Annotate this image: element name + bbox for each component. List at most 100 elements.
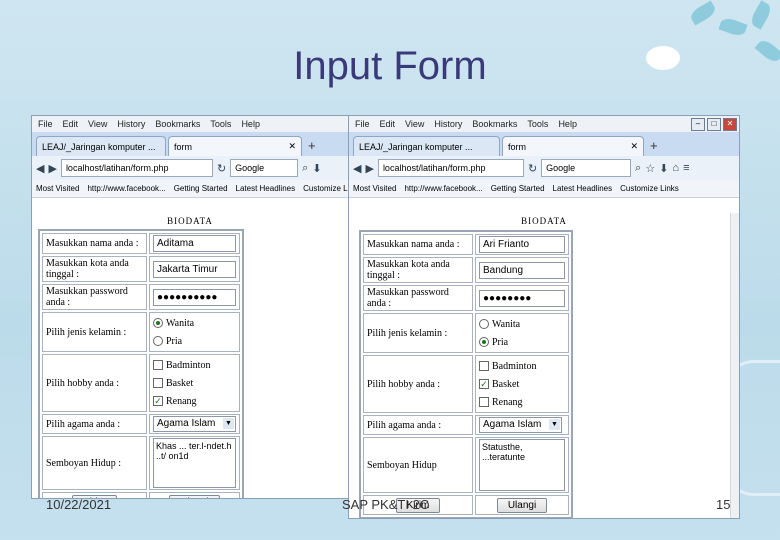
- bookmark-customize-links[interactable]: Customize Links: [303, 184, 348, 193]
- maximize-icon[interactable]: □: [707, 118, 721, 131]
- checkbox-renang[interactable]: ✓: [153, 396, 163, 406]
- motto-textarea[interactable]: Statusthe, ...teratunte: [479, 439, 565, 491]
- hobby-option-badminton[interactable]: Badminton: [479, 357, 565, 375]
- radio-pria[interactable]: [153, 336, 163, 346]
- city-field[interactable]: Jakarta Timur: [153, 260, 236, 278]
- bookmark-getting-started[interactable]: Getting Started: [174, 184, 228, 193]
- chevron-down-icon[interactable]: ▼: [223, 418, 234, 429]
- bookmark-getting-started[interactable]: Getting Started: [491, 184, 545, 193]
- forward-icon[interactable]: ▶: [365, 162, 373, 175]
- menu-icon[interactable]: ≡: [683, 162, 689, 174]
- download-icon[interactable]: ⬇: [312, 162, 321, 175]
- page-content: BIODATA Masukkan nama anda : Ari Frianto…: [349, 213, 739, 518]
- hobby-option-basket[interactable]: Basket: [153, 374, 236, 392]
- religion-label: Pilih agama anda :: [42, 414, 147, 434]
- checkbox-basket[interactable]: ✓: [479, 379, 489, 389]
- bookmark-most-visited[interactable]: Most Visited: [36, 184, 79, 193]
- window-controls: – □ ✕: [691, 118, 737, 131]
- religion-select[interactable]: Agama Islam ▼: [479, 417, 562, 433]
- bookmark-customize-links[interactable]: Customize Links: [620, 184, 679, 193]
- search-input[interactable]: Google: [230, 159, 299, 177]
- password-field[interactable]: ●●●●●●●●●●: [153, 288, 236, 306]
- bookmark-icon[interactable]: ☆: [645, 162, 655, 175]
- footer-course: SAP PK&TI 2C: [342, 497, 430, 512]
- leaf-decoration: [748, 0, 774, 30]
- gender-option-wanita[interactable]: Wanita: [479, 315, 565, 333]
- gender-option-pria[interactable]: Pria: [153, 332, 236, 350]
- password-field[interactable]: ●●●●●●●●: [479, 289, 565, 307]
- tab-jaringan[interactable]: LEAJ/_Jaringan komputer ...: [36, 136, 166, 156]
- radio-wanita[interactable]: [479, 319, 489, 329]
- radio-pria[interactable]: [479, 337, 489, 347]
- menu-edit[interactable]: Edit: [63, 119, 79, 129]
- bookmark-facebook[interactable]: http://www.facebook...: [404, 184, 482, 193]
- close-tab-icon[interactable]: ✕: [288, 141, 296, 152]
- new-tab-button[interactable]: +: [646, 136, 662, 156]
- hobby-option-renang[interactable]: Renang: [479, 393, 565, 411]
- menu-bookmarks[interactable]: Bookmarks: [472, 119, 517, 129]
- forward-icon[interactable]: ▶: [48, 162, 56, 175]
- bookmark-facebook[interactable]: http://www.facebook...: [87, 184, 165, 193]
- gender-option-pria[interactable]: Pria: [479, 333, 565, 351]
- radio-wanita[interactable]: [153, 318, 163, 328]
- search-input[interactable]: Google: [541, 159, 632, 177]
- menu-history[interactable]: History: [434, 119, 462, 129]
- gender-option-wanita[interactable]: Wanita: [153, 314, 236, 332]
- hobby-label: Pilih hobby anda :: [42, 354, 147, 412]
- religion-select[interactable]: Agama Islam ▼: [153, 416, 236, 432]
- hobby-option-basket[interactable]: ✓ Basket: [479, 375, 565, 393]
- home-icon[interactable]: ⌂: [672, 162, 679, 174]
- reload-icon[interactable]: ↻: [528, 162, 537, 175]
- url-field[interactable]: localhost/latihan/form.php: [377, 159, 524, 177]
- reset-button[interactable]: Ulangi: [496, 497, 548, 513]
- search-icon[interactable]: ⌕: [635, 162, 641, 175]
- menu-bookmarks[interactable]: Bookmarks: [155, 119, 200, 129]
- menu-tools[interactable]: Tools: [210, 119, 231, 129]
- city-label: Masukkan kota anda tinggal :: [363, 257, 473, 283]
- tab-form[interactable]: form ✕: [168, 136, 302, 156]
- biodata-form: Masukkan nama anda : Aditama Masukkan ko…: [38, 229, 244, 498]
- close-window-icon[interactable]: ✕: [723, 118, 737, 131]
- checkbox-badminton[interactable]: [479, 361, 489, 371]
- hobby-option-badminton[interactable]: Badminton: [153, 356, 236, 374]
- menu-view[interactable]: View: [405, 119, 424, 129]
- bookmark-latest-headlines[interactable]: Latest Headlines: [553, 184, 613, 193]
- bookmark-latest-headlines[interactable]: Latest Headlines: [236, 184, 296, 193]
- back-icon[interactable]: ◀: [353, 162, 361, 175]
- menu-edit[interactable]: Edit: [380, 119, 396, 129]
- menu-tools[interactable]: Tools: [527, 119, 548, 129]
- reset-button[interactable]: Ulangi: [169, 494, 220, 498]
- chevron-down-icon[interactable]: ▼: [549, 419, 560, 430]
- menu-help[interactable]: Help: [558, 119, 577, 129]
- motto-textarea[interactable]: Khas ... ter.l-ndet.h ..t/ on1d: [153, 438, 236, 488]
- menu-file[interactable]: File: [355, 119, 370, 129]
- name-field[interactable]: Ari Frianto: [479, 236, 565, 253]
- checkbox-basket[interactable]: [153, 378, 163, 388]
- left-browser-window: File Edit View History Bookmarks Tools H…: [31, 115, 349, 499]
- city-label: Masukkan kota anda tinggal :: [42, 256, 147, 282]
- tab-jaringan[interactable]: LEAJ/_Jaringan komputer ...: [353, 136, 500, 156]
- vertical-scrollbar[interactable]: [730, 213, 739, 518]
- reload-icon[interactable]: ↻: [217, 162, 226, 175]
- menu-file[interactable]: File: [38, 119, 53, 129]
- menu-help[interactable]: Help: [241, 119, 260, 129]
- checkbox-renang[interactable]: [479, 397, 489, 407]
- search-icon[interactable]: ⌕: [302, 162, 308, 175]
- menu-bar: File Edit View History Bookmarks Tools H…: [349, 116, 739, 132]
- checkbox-badminton[interactable]: [153, 360, 163, 370]
- download-icon[interactable]: ⬇: [659, 162, 668, 175]
- tab-form[interactable]: form ✕: [502, 136, 644, 156]
- hobby-option-renang[interactable]: ✓ Renang: [153, 392, 236, 410]
- name-field[interactable]: Aditama: [153, 235, 236, 252]
- bookmark-most-visited[interactable]: Most Visited: [353, 184, 396, 193]
- close-tab-icon[interactable]: ✕: [630, 141, 638, 152]
- motto-label: Semboyan Hidup :: [42, 436, 147, 490]
- menu-history[interactable]: History: [117, 119, 145, 129]
- new-tab-button[interactable]: +: [304, 136, 320, 156]
- url-field[interactable]: localhost/latihan/form.php: [60, 159, 213, 177]
- back-icon[interactable]: ◀: [36, 162, 44, 175]
- leaf-decoration: [718, 15, 748, 39]
- minimize-icon[interactable]: –: [691, 118, 705, 131]
- menu-view[interactable]: View: [88, 119, 107, 129]
- city-field[interactable]: Bandung: [479, 261, 565, 279]
